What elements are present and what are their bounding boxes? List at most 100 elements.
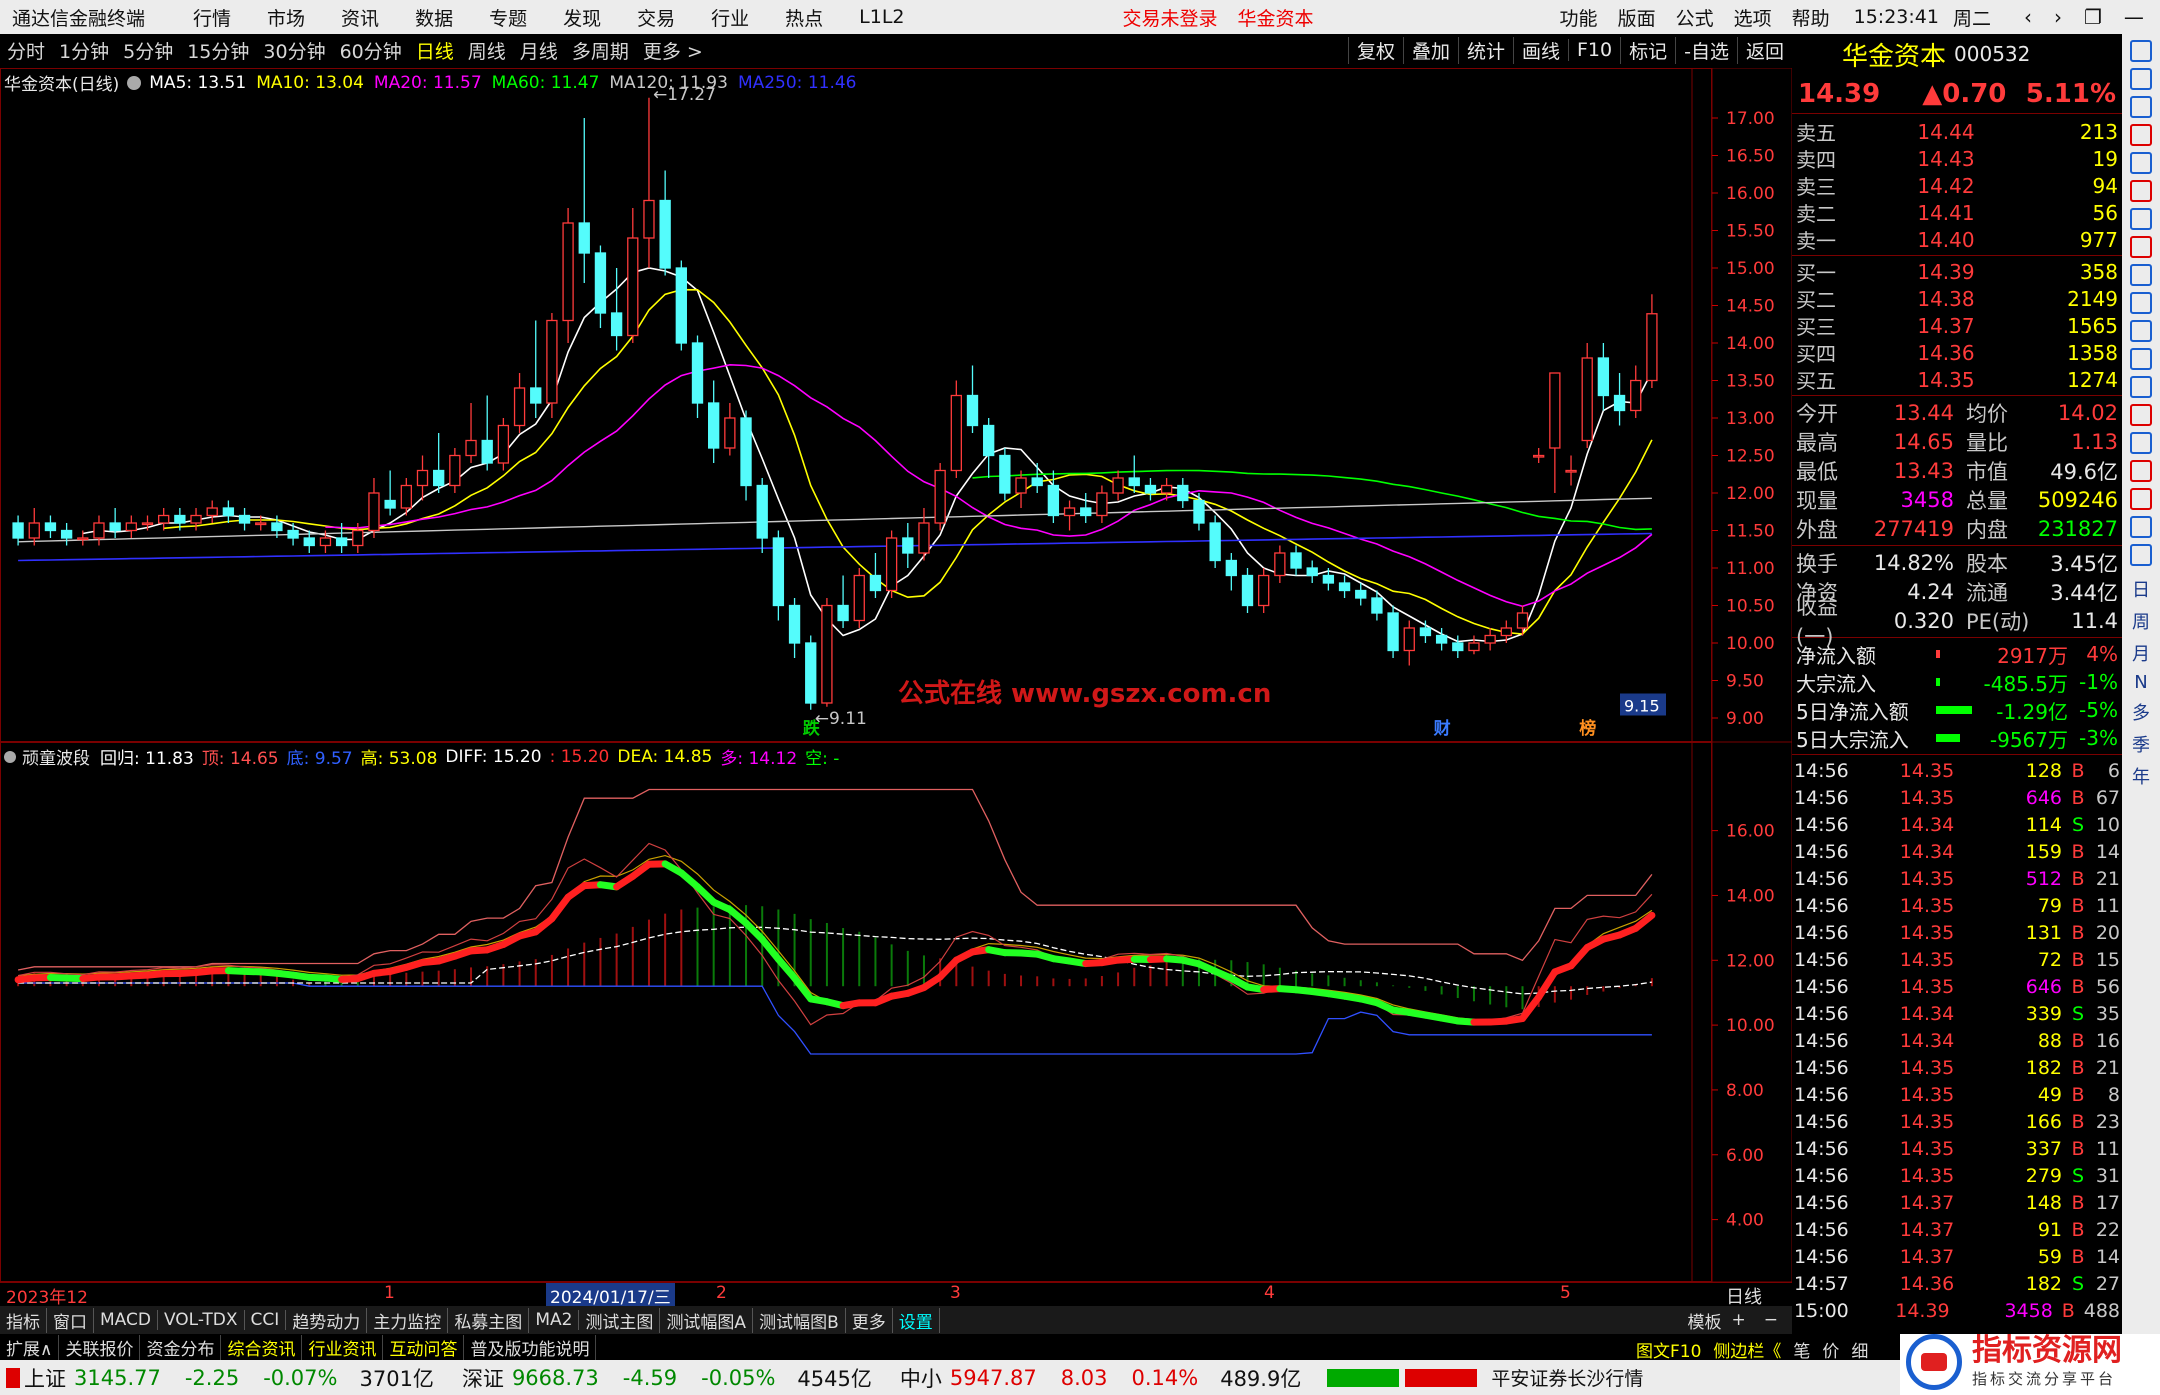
info-link[interactable]: 综合资讯 (221, 1334, 303, 1360)
indicator-tab[interactable]: 私募主图 (448, 1307, 530, 1333)
period-tab[interactable]: 5分钟 (116, 37, 180, 64)
menu-item[interactable]: 资讯 (341, 4, 379, 31)
indicator-tab[interactable]: 更多 (846, 1307, 893, 1333)
period-tab[interactable]: 日线 (409, 37, 461, 64)
side-tool-icon[interactable] (2130, 320, 2152, 342)
remove-window-icon[interactable]: − (1764, 1310, 1778, 1330)
side-period-button[interactable]: 日 (2122, 576, 2160, 602)
panel-link[interactable]: 侧边栏《 (1713, 1337, 1781, 1362)
toolbar-button[interactable]: 标记 (1620, 36, 1675, 64)
side-tool-icon[interactable] (2130, 376, 2152, 398)
period-tab[interactable]: 分时 (0, 37, 52, 64)
window-control-button[interactable]: ❐ (2084, 5, 2102, 29)
indicator-tab[interactable]: 测试幅图B (753, 1307, 846, 1333)
toolbar-button[interactable]: -自选 (1675, 36, 1737, 64)
right-menu-item[interactable]: 公式 (1676, 4, 1714, 31)
info-link[interactable]: 资金分布 (140, 1334, 222, 1360)
panel-link[interactable]: 图文F10 (1636, 1337, 1701, 1362)
right-menu-item[interactable]: 版面 (1618, 4, 1656, 31)
indicator-tab[interactable]: 设置 (893, 1307, 940, 1333)
side-tool-icon[interactable] (2130, 208, 2152, 230)
toolbar-button[interactable]: 复权 (1347, 36, 1403, 64)
window-control-button[interactable]: — (2124, 5, 2144, 29)
toolbar-button[interactable]: 返回 (1736, 36, 1792, 64)
menu-item[interactable]: 热点 (785, 4, 823, 31)
side-tool-icon[interactable] (2130, 516, 2152, 538)
indicator-chart[interactable] (0, 742, 1712, 1282)
side-tool-icon[interactable] (2130, 488, 2152, 510)
zx-label[interactable]: 中小 (900, 1363, 942, 1393)
side-tool-icon[interactable] (2130, 264, 2152, 286)
period-tab[interactable]: 月线 (513, 37, 565, 64)
side-tool-icon[interactable] (2130, 404, 2152, 426)
side-period-button[interactable]: 周 (2122, 608, 2160, 634)
info-link[interactable]: 普及版功能说明 (464, 1334, 597, 1360)
side-tool-icon[interactable] (2130, 96, 2152, 118)
template-button[interactable]: 模板 (1688, 1308, 1722, 1333)
sz-label[interactable]: 深证 (462, 1363, 504, 1393)
indicator-tab[interactable]: CCI (245, 1310, 287, 1330)
side-period-button[interactable]: 多 (2122, 699, 2160, 725)
side-tool-icon[interactable] (2130, 236, 2152, 258)
right-menu-item[interactable]: 帮助 (1792, 4, 1830, 31)
panel-link[interactable]: 价 (1822, 1337, 1839, 1362)
panel-link[interactable]: 笔 (1793, 1337, 1810, 1362)
indicator-collapse-icon[interactable] (4, 750, 16, 763)
side-tool-icon[interactable] (2130, 152, 2152, 174)
side-tool-icon[interactable] (2130, 68, 2152, 90)
indicator-tab[interactable]: 测试幅图A (660, 1307, 754, 1333)
window-control-button[interactable]: › (2054, 5, 2062, 29)
info-link[interactable]: 行业资讯 (302, 1334, 384, 1360)
tick-list[interactable]: 14:56 14.35 128 B 6 14:56 14.35 646 B 67 14:56 14.3… (1792, 757, 2122, 1324)
login-status[interactable]: 交易未登录 (1123, 4, 1218, 31)
sh-label[interactable]: 上证 (24, 1363, 66, 1393)
menu-item[interactable]: 专题 (489, 4, 527, 31)
menu-item[interactable]: 数据 (415, 4, 453, 31)
side-tool-icon[interactable] (2130, 124, 2152, 146)
toolbar-button[interactable]: 统计 (1457, 36, 1513, 64)
broker-link[interactable]: 华金资本 (1238, 4, 1314, 31)
menu-item[interactable]: 行情 (193, 4, 231, 31)
info-link[interactable]: 扩展∧ (0, 1334, 60, 1360)
indicator-tab[interactable]: MA2 (529, 1310, 580, 1330)
menu-item[interactable]: L1L2 (859, 6, 904, 28)
panel-link[interactable]: 细 (1851, 1337, 1868, 1362)
info-link[interactable]: 关联报价 (59, 1334, 141, 1360)
right-menu-item[interactable]: 选项 (1734, 4, 1772, 31)
side-tool-icon[interactable] (2130, 40, 2152, 62)
settings-icon[interactable] (127, 75, 142, 90)
toolbar-button[interactable]: F10 (1568, 39, 1620, 61)
info-link[interactable]: 互动问答 (383, 1334, 465, 1360)
indicator-tab[interactable]: 指标 (0, 1307, 47, 1333)
side-tool-icon[interactable] (2130, 432, 2152, 454)
period-tab[interactable]: 30分钟 (256, 37, 332, 64)
period-tab[interactable]: 多周期 (565, 37, 636, 64)
window-control-button[interactable]: ‹ (2024, 5, 2032, 29)
period-tab[interactable]: 15分钟 (180, 37, 256, 64)
indicator-tab[interactable]: VOL-TDX (158, 1310, 245, 1330)
menu-item[interactable]: 交易 (637, 4, 675, 31)
toolbar-button[interactable]: 叠加 (1402, 36, 1458, 64)
menu-item[interactable]: 行业 (711, 4, 749, 31)
right-menu-item[interactable]: 功能 (1560, 4, 1598, 31)
side-tool-icon[interactable] (2130, 348, 2152, 370)
indicator-tab[interactable]: 窗口 (47, 1307, 94, 1333)
side-tool-icon[interactable] (2130, 292, 2152, 314)
period-tab[interactable]: 周线 (461, 37, 513, 64)
period-tab[interactable]: 更多 > (636, 37, 710, 64)
candlestick-chart[interactable]: ←17.27←9.11公式在线 www.gszx.com.cn跌财榜9.15 (0, 68, 1712, 742)
menu-item[interactable]: 发现 (563, 4, 601, 31)
side-tool-icon[interactable] (2130, 180, 2152, 202)
side-tool-icon[interactable] (2130, 460, 2152, 482)
add-window-icon[interactable]: + (1732, 1310, 1746, 1330)
indicator-tab[interactable]: 趋势动力 (286, 1307, 368, 1333)
side-period-button[interactable]: N (2122, 672, 2160, 693)
indicator-tab[interactable]: 测试主图 (579, 1307, 661, 1333)
side-period-button[interactable]: 季 (2122, 731, 2160, 757)
side-period-button[interactable]: 年 (2122, 763, 2160, 789)
period-tab[interactable]: 60分钟 (333, 37, 409, 64)
side-tool-icon[interactable] (2130, 544, 2152, 566)
side-period-button[interactable]: 月 (2122, 640, 2160, 666)
indicator-tab[interactable]: 主力监控 (367, 1307, 449, 1333)
indicator-tab[interactable]: MACD (94, 1310, 158, 1330)
